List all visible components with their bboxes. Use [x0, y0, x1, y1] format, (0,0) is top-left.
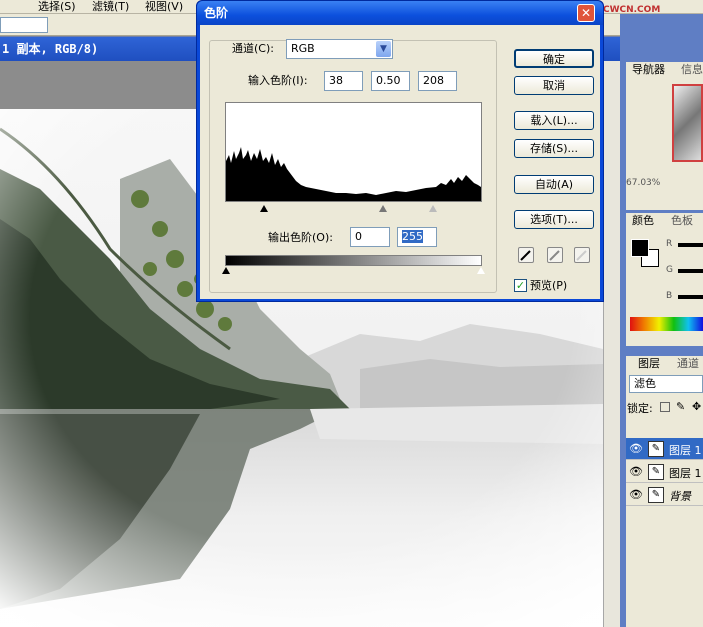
input-white-slider[interactable]	[429, 205, 437, 212]
slider-g[interactable]	[678, 269, 703, 273]
brush-icon: ✎	[648, 464, 664, 480]
tab-swatches[interactable]: 色板	[668, 213, 696, 229]
right-panel-dock: 导航器 信息 67.03% 颜色 色板 R G B 图层 通道 滤色 锁定: ✎…	[620, 14, 703, 627]
preview-label[interactable]: 预览(P)	[530, 279, 567, 293]
layer-row[interactable]: 👁 ✎ 图层 1	[626, 461, 703, 483]
eye-icon[interactable]: 👁	[629, 442, 643, 455]
zoom-level[interactable]: 67.03%	[626, 177, 703, 189]
input-gamma-slider[interactable]	[379, 205, 387, 212]
tab-layers[interactable]: 图层	[635, 356, 663, 372]
menu-view[interactable]: 视图(V)	[145, 0, 183, 13]
brush-icon: ✎	[648, 441, 664, 457]
preview-checkbox[interactable]: ✓	[514, 279, 527, 292]
output-levels-label: 输出色阶(O):	[268, 231, 333, 244]
navigator-thumbnail[interactable]	[672, 84, 703, 162]
input-levels-label: 输入色阶(I):	[248, 74, 308, 87]
input-gamma-field[interactable]: 0.50	[371, 71, 410, 91]
close-icon[interactable]: ✕	[577, 4, 595, 22]
ok-button[interactable]: 确定	[514, 49, 594, 68]
output-white-value: 255	[402, 230, 423, 243]
input-black-slider[interactable]	[260, 205, 268, 212]
histogram-shape	[226, 147, 481, 201]
tab-navigator[interactable]: 导航器	[629, 62, 668, 78]
channel-value: RGB	[291, 42, 315, 55]
slider-b[interactable]	[678, 295, 703, 299]
lock-brush-icon[interactable]: ✎	[676, 400, 685, 413]
menu-filter[interactable]: 滤镜(T)	[92, 0, 129, 13]
options-button[interactable]: 选项(T)...	[514, 210, 594, 229]
color-spectrum[interactable]	[630, 317, 703, 331]
auto-button[interactable]: 自动(A)	[514, 175, 594, 194]
input-white-field[interactable]: 208	[418, 71, 457, 91]
slider-label-g: G	[666, 265, 673, 275]
layers-panel: 图层 通道 滤色 锁定: ✎ ✥ 👁 ✎ 图层 1 👁 ✎ 图层 1 👁 ✎ 背…	[626, 356, 703, 627]
chevron-down-icon[interactable]: ▼	[376, 41, 391, 57]
lock-transparency-icon[interactable]	[660, 402, 670, 412]
slider-label-r: R	[666, 239, 673, 249]
dialog-body: 通道(C): RGB ▼ 输入色阶(I): 38 0.50 208 输出色阶(O…	[200, 25, 600, 299]
lock-move-icon[interactable]: ✥	[692, 400, 701, 413]
navigator-panel: 导航器 信息 67.03%	[626, 62, 703, 210]
dialog-title: 色阶	[204, 6, 229, 20]
color-panel: 颜色 色板 R G B	[626, 213, 703, 346]
layer-name[interactable]: 图层 1	[669, 465, 702, 481]
output-black-slider[interactable]	[222, 267, 230, 274]
layer-name[interactable]: 图层 1	[669, 442, 702, 458]
load-button[interactable]: 载入(L)...	[514, 111, 594, 130]
eye-icon[interactable]: 👁	[629, 488, 643, 501]
layer-row[interactable]: 👁 ✎ 背景	[626, 484, 703, 506]
input-black-field[interactable]: 38	[324, 71, 363, 91]
white-eyedropper-icon[interactable]	[574, 247, 590, 263]
document-title: 1 副本, RGB/8)	[2, 42, 99, 56]
levels-dialog: 色阶 ✕ 通道(C): RGB ▼ 输入色阶(I): 38 0.50 208 输…	[196, 0, 604, 302]
output-white-field[interactable]: 255	[397, 227, 437, 247]
vertical-scrollbar[interactable]	[603, 61, 620, 627]
slider-r[interactable]	[678, 243, 703, 247]
cancel-button[interactable]: 取消	[514, 76, 594, 95]
lock-label: 锁定:	[627, 402, 653, 415]
histogram-graph	[226, 147, 481, 201]
black-eyedropper-icon[interactable]	[518, 247, 534, 263]
histogram	[225, 102, 482, 202]
brush-icon: ✎	[648, 487, 664, 503]
tab-channels[interactable]: 通道	[674, 356, 702, 372]
channel-label: 通道(C):	[232, 42, 274, 55]
tab-info[interactable]: 信息	[678, 62, 703, 78]
eye-icon[interactable]: 👁	[629, 465, 643, 478]
layer-row-selected[interactable]: 👁 ✎ 图层 1	[626, 438, 703, 460]
gray-eyedropper-icon[interactable]	[547, 247, 563, 263]
channel-select[interactable]: RGB ▼	[286, 39, 393, 59]
options-dropdown[interactable]	[0, 17, 48, 33]
slider-label-b: B	[666, 291, 673, 301]
save-button[interactable]: 存储(S)...	[514, 139, 594, 158]
layer-name[interactable]: 背景	[669, 488, 691, 504]
tab-color[interactable]: 颜色	[629, 213, 657, 229]
blend-mode-select[interactable]: 滤色	[629, 375, 703, 393]
foreground-color[interactable]	[631, 239, 649, 257]
dialog-title-bar[interactable]: 色阶	[197, 1, 603, 25]
output-white-slider[interactable]	[477, 267, 485, 274]
output-black-field[interactable]: 0	[350, 227, 390, 247]
menu-select[interactable]: 选择(S)	[38, 0, 76, 13]
output-gradient	[225, 255, 482, 266]
